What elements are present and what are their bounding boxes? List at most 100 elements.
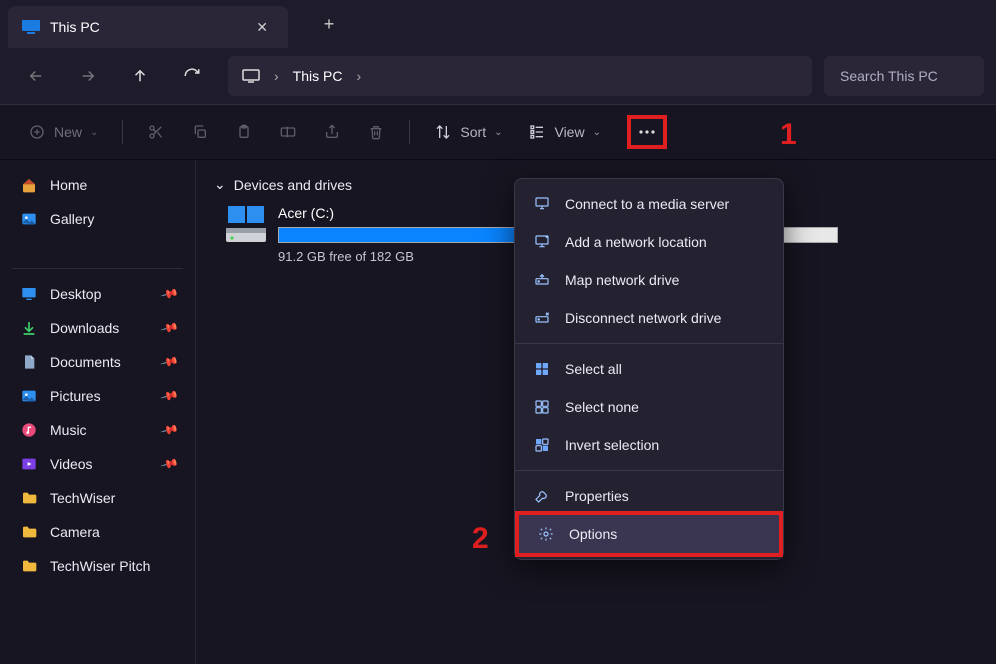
nav-bar: › This PC › Search This PC — [0, 48, 996, 104]
sidebar-item-videos[interactable]: Videos 📌 — [0, 447, 195, 481]
menu-item-label: Invert selection — [565, 437, 659, 453]
menu-item-select-none[interactable]: Select none — [515, 388, 783, 426]
paste-button[interactable] — [225, 114, 263, 150]
music-icon — [20, 421, 38, 439]
sidebar: Home Gallery Desktop📌Downloads📌Documents… — [0, 160, 196, 664]
desktop-icon — [20, 285, 38, 303]
sidebar-item-downloads[interactable]: Downloads 📌 — [0, 311, 195, 345]
scissors-icon — [147, 123, 165, 141]
annotation-2: 2 — [472, 522, 489, 556]
rename-button[interactable] — [269, 114, 307, 150]
refresh-button[interactable] — [168, 56, 216, 96]
view-icon — [528, 123, 546, 141]
menu-item-label: Select none — [565, 399, 639, 415]
sidebar-item-label: Home — [50, 177, 87, 193]
up-button[interactable] — [116, 56, 164, 96]
more-menu: Connect to a media server Add a network l… — [514, 178, 784, 560]
share-button[interactable] — [313, 114, 351, 150]
rename-icon — [279, 123, 297, 141]
folder-icon — [20, 557, 38, 575]
menu-item-connect-to-a-media-server[interactable]: Connect to a media server — [515, 185, 783, 223]
pin-icon: 📌 — [160, 420, 180, 440]
divider — [409, 120, 410, 144]
sort-button[interactable]: Sort ⌄ — [424, 114, 512, 150]
breadcrumb[interactable]: This PC — [293, 68, 343, 84]
forward-button[interactable] — [64, 56, 112, 96]
sidebar-item-label: Downloads — [50, 320, 119, 336]
tab-thispc[interactable]: This PC ✕ — [8, 6, 288, 48]
trash-icon — [367, 123, 385, 141]
downloads-icon — [20, 319, 38, 337]
delete-button[interactable] — [357, 114, 395, 150]
menu-item-properties[interactable]: Properties — [515, 477, 783, 515]
sidebar-item-gallery[interactable]: Gallery — [0, 202, 195, 236]
sort-icon — [434, 123, 452, 141]
sidebar-item-label: Camera — [50, 524, 100, 540]
menu-item-select-all[interactable]: Select all — [515, 350, 783, 388]
more-button[interactable] — [627, 115, 667, 149]
pin-icon: 📌 — [160, 284, 180, 304]
mapdrive-icon — [533, 271, 551, 289]
sidebar-item-label: Pictures — [50, 388, 101, 404]
chevron-down-icon: ⌄ — [494, 127, 502, 138]
new-tab-button[interactable]: + — [312, 7, 346, 41]
share-icon — [323, 123, 341, 141]
back-button[interactable] — [12, 56, 60, 96]
home-icon — [20, 176, 38, 194]
menu-item-map-network-drive[interactable]: Map network drive — [515, 261, 783, 299]
menu-item-label: Add a network location — [565, 234, 707, 250]
menu-item-options[interactable]: Options — [515, 511, 783, 557]
pictures-icon — [20, 387, 38, 405]
pin-icon: 📌 — [160, 454, 180, 474]
documents-icon — [20, 353, 38, 371]
search-input[interactable]: Search This PC — [824, 56, 984, 96]
gear-icon — [537, 525, 555, 543]
pin-icon: 📌 — [160, 352, 180, 372]
cut-button[interactable] — [137, 114, 175, 150]
sort-label: Sort — [460, 124, 486, 140]
divider — [12, 268, 183, 269]
sidebar-item-music[interactable]: Music 📌 — [0, 413, 195, 447]
pin-icon: 📌 — [160, 318, 180, 338]
menu-item-add-a-network-location[interactable]: Add a network location — [515, 223, 783, 261]
annotation-1: 1 — [780, 118, 797, 152]
sidebar-item-techwiser-pitch[interactable]: TechWiser Pitch — [0, 549, 195, 583]
menu-item-label: Select all — [565, 361, 622, 377]
new-label: New — [54, 124, 82, 140]
section-title: Devices and drives — [234, 177, 352, 193]
view-button[interactable]: View ⌄ — [518, 114, 610, 150]
close-icon[interactable]: ✕ — [256, 19, 268, 36]
menu-item-label: Disconnect network drive — [565, 310, 721, 326]
selectnone-icon — [533, 398, 551, 416]
divider — [515, 343, 783, 344]
clipboard-icon — [235, 123, 253, 141]
sidebar-item-desktop[interactable]: Desktop📌 — [0, 277, 195, 311]
new-button[interactable]: New ⌄ — [18, 114, 108, 150]
menu-item-invert-selection[interactable]: Invert selection — [515, 426, 783, 464]
sidebar-item-label: Videos — [50, 456, 93, 472]
menu-item-disconnect-network-drive[interactable]: Disconnect network drive — [515, 299, 783, 337]
menu-item-label: Properties — [565, 488, 629, 504]
wrench-icon — [533, 487, 551, 505]
sidebar-item-documents[interactable]: Documents📌 — [0, 345, 195, 379]
toolbar: New ⌄ Sort ⌄ View ⌄ — [0, 104, 996, 160]
chevron-right-icon: › — [274, 68, 279, 84]
monitor-icon — [242, 67, 260, 85]
sidebar-item-home[interactable]: Home — [0, 168, 195, 202]
sidebar-item-pictures[interactable]: Pictures📌 — [0, 379, 195, 413]
plus-circle-icon — [28, 123, 46, 141]
search-placeholder: Search This PC — [840, 68, 938, 84]
sidebar-item-label: Gallery — [50, 211, 94, 227]
drive-icon — [226, 205, 266, 245]
sidebar-item-techwiser[interactable]: TechWiser — [0, 481, 195, 515]
copy-icon — [191, 123, 209, 141]
sidebar-item-label: Music — [50, 422, 87, 438]
chevron-down-icon: ⌄ — [593, 127, 601, 138]
divider — [122, 120, 123, 144]
address-bar[interactable]: › This PC › — [228, 56, 812, 96]
folder-icon — [20, 523, 38, 541]
addnet-icon — [533, 233, 551, 251]
sidebar-item-camera[interactable]: Camera — [0, 515, 195, 549]
copy-button[interactable] — [181, 114, 219, 150]
sidebar-item-label: TechWiser Pitch — [50, 558, 150, 574]
